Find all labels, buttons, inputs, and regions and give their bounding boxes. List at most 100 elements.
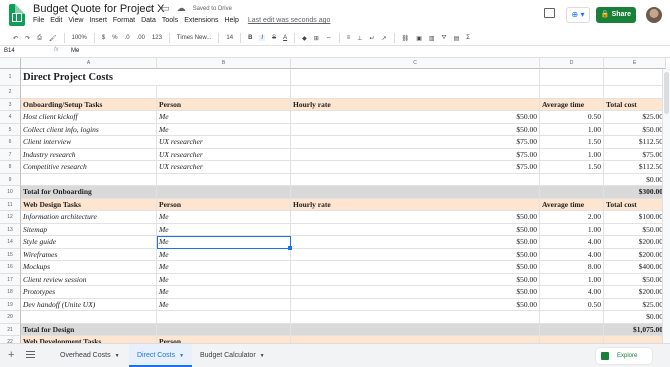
menu-view[interactable]: View	[68, 17, 83, 24]
cell-b6[interactable]: UX researcher	[157, 136, 291, 149]
row-header[interactable]: 1	[0, 69, 21, 86]
cell-b17[interactable]: Me	[157, 273, 291, 286]
row-header[interactable]: 6	[0, 136, 21, 149]
row-header[interactable]: 8	[0, 161, 21, 174]
menu-file[interactable]: File	[33, 17, 44, 24]
cell-e10[interactable]: $300.00	[604, 186, 666, 199]
menu-extensions[interactable]: Extensions	[184, 17, 218, 24]
increase-decimal-button[interactable]: .00	[137, 35, 145, 41]
row-header[interactable]: 17	[0, 273, 21, 286]
cell-c11[interactable]: Hourly rate	[291, 198, 540, 211]
row-header[interactable]: 19	[0, 298, 21, 311]
cell-c3[interactable]: Hourly rate	[291, 98, 540, 111]
row-header[interactable]: 7	[0, 148, 21, 161]
column-header-b[interactable]: B	[157, 58, 291, 69]
column-header-c[interactable]: C	[291, 58, 540, 69]
cell-a12[interactable]: Information architecture	[21, 211, 157, 224]
cell-e2[interactable]	[604, 86, 666, 99]
undo-icon[interactable]: ↶	[13, 35, 18, 42]
fill-color-icon[interactable]: ◆	[302, 35, 307, 42]
add-comment-button[interactable]: ⊕ ▾	[566, 7, 590, 23]
paint-format-icon[interactable]: 🖌	[49, 35, 57, 42]
cell-d8[interactable]: 1.50	[540, 161, 604, 174]
bold-button[interactable]: B	[248, 35, 252, 41]
cell-e18[interactable]: $200.00	[604, 286, 666, 299]
cell-d2[interactable]	[540, 86, 604, 99]
cell-c7[interactable]: $75.00	[291, 148, 540, 161]
menu-insert[interactable]: Insert	[89, 17, 107, 24]
share-button[interactable]: 🔒 Share	[596, 7, 636, 23]
cell-c4[interactable]: $50.00	[291, 111, 540, 124]
row-header[interactable]: 9	[0, 173, 21, 186]
select-all-corner[interactable]	[0, 58, 21, 69]
cell-d18[interactable]: 4.00	[540, 286, 604, 299]
cell-c1[interactable]	[291, 69, 540, 86]
currency-format-button[interactable]: $	[102, 35, 105, 41]
menu-edit[interactable]: Edit	[50, 17, 62, 24]
cell-c2[interactable]	[291, 86, 540, 99]
cell-a3[interactable]: Onboarding/Setup Tasks	[21, 98, 157, 111]
cell-d21[interactable]	[540, 323, 604, 336]
row-header[interactable]: 3	[0, 98, 21, 111]
cell-c21[interactable]	[291, 323, 540, 336]
cell-d7[interactable]: 1.00	[540, 148, 604, 161]
print-icon[interactable]: ⎙	[37, 35, 42, 42]
cell-a8[interactable]: Competitive research	[21, 161, 157, 174]
cell-d1[interactable]	[540, 69, 604, 86]
cell-e1[interactable]	[604, 69, 666, 86]
redo-icon[interactable]: ↷	[25, 35, 30, 42]
scroll-thumb[interactable]	[664, 72, 669, 114]
cell-d13[interactable]: 1.00	[540, 223, 604, 236]
cell-a11[interactable]: Web Design Tasks	[21, 198, 157, 211]
cell-e8[interactable]: $112.50	[604, 161, 666, 174]
menu-tools[interactable]: Tools	[162, 17, 178, 24]
comment-history-icon[interactable]	[544, 8, 555, 18]
row-header[interactable]: 12	[0, 211, 21, 224]
percent-format-button[interactable]: %	[112, 35, 117, 41]
merge-cells-icon[interactable]: ⇔	[326, 35, 332, 41]
move-folder-icon[interactable]: ▭	[161, 3, 170, 14]
cell-b10[interactable]	[157, 186, 291, 199]
cell-c13[interactable]: $50.00	[291, 223, 540, 236]
cell-b18[interactable]: Me	[157, 286, 291, 299]
cell-a20[interactable]	[21, 311, 157, 324]
column-header-e[interactable]: E	[604, 58, 666, 69]
cell-d4[interactable]: 0.50	[540, 111, 604, 124]
menu-format[interactable]: Format	[113, 17, 135, 24]
cell-e11[interactable]: Total cost	[604, 198, 666, 211]
cell-a7[interactable]: Industry research	[21, 148, 157, 161]
strikethrough-button[interactable]: S	[272, 35, 276, 41]
cell-c18[interactable]: $50.00	[291, 286, 540, 299]
number-format-select[interactable]: 123	[152, 35, 162, 41]
name-box[interactable]: B14	[4, 48, 15, 54]
italic-button[interactable]: I	[259, 35, 266, 41]
functions-button[interactable]: Σ	[466, 35, 470, 41]
cell-e17[interactable]: $50.00	[604, 273, 666, 286]
cell-e5[interactable]: $50.00	[604, 123, 666, 136]
cell-e6[interactable]: $112.50	[604, 136, 666, 149]
cell-c20[interactable]	[291, 311, 540, 324]
font-select[interactable]: Times New...	[177, 35, 211, 41]
cell-a6[interactable]: Client interview	[21, 136, 157, 149]
account-avatar[interactable]	[646, 7, 662, 23]
cell-c15[interactable]: $50.00	[291, 248, 540, 261]
cell-b5[interactable]: Me	[157, 123, 291, 136]
cell-e3[interactable]: Total cost	[604, 98, 666, 111]
cell-b7[interactable]: UX researcher	[157, 148, 291, 161]
vertical-align-icon[interactable]: ⊥	[357, 35, 362, 42]
row-header[interactable]: 14	[0, 236, 21, 249]
row-header[interactable]: 2	[0, 86, 21, 99]
cell-b19[interactable]: Me	[157, 298, 291, 311]
text-rotate-icon[interactable]: ↗	[382, 35, 387, 42]
tab-overhead-costs[interactable]: Overhead Costs ▼	[52, 344, 128, 367]
cell-a17[interactable]: Client review session	[21, 273, 157, 286]
last-edit-link[interactable]: Last edit was seconds ago	[248, 17, 331, 24]
star-icon[interactable]: ☆	[146, 3, 154, 14]
cell-b9[interactable]	[157, 173, 291, 186]
cell-e12[interactable]: $100.00	[604, 211, 666, 224]
horizontal-align-icon[interactable]: ≡	[347, 35, 351, 41]
sheets-logo-icon[interactable]	[9, 4, 25, 26]
zoom-select[interactable]: 100%	[72, 35, 87, 41]
add-sheet-icon[interactable]: +	[8, 350, 14, 361]
text-wrap-icon[interactable]: ↵	[370, 35, 375, 42]
